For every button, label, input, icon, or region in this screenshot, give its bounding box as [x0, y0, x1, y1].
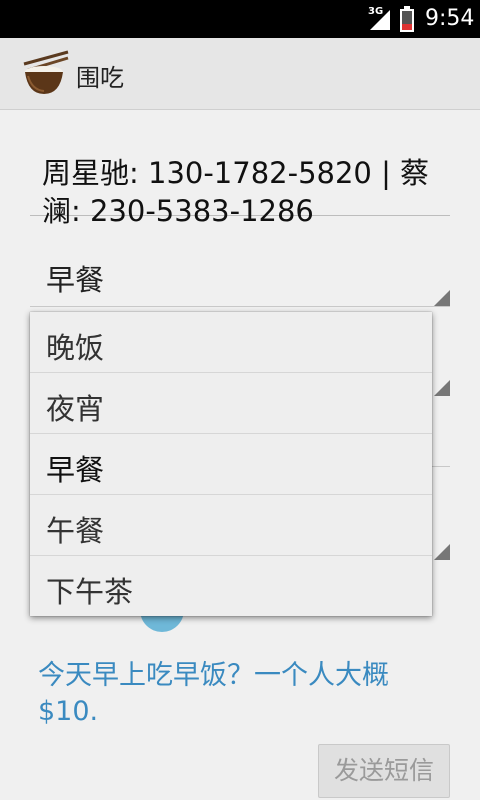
- option-label: 早餐: [46, 453, 105, 487]
- meal-spinner-value: 早餐: [46, 263, 105, 297]
- option-label: 晚饭: [46, 331, 105, 365]
- dropdown-option-dinner[interactable]: 晚饭: [30, 312, 432, 373]
- spinner-arrow-icon: [434, 290, 450, 306]
- status-bar: 3G 9:54: [0, 0, 480, 38]
- app-title: 围吃: [76, 64, 124, 92]
- message-preview: 今天早上吃早饭？一个人大概$10.: [38, 660, 389, 727]
- contacts-field[interactable]: 周星驰: 130-1782-5820 | 蔡澜: 230-5383-1286: [30, 130, 450, 228]
- meal-spinner[interactable]: 早餐: [30, 247, 450, 307]
- dropdown-option-late-night[interactable]: 夜宵: [30, 373, 432, 434]
- option-label: 下午茶: [46, 575, 134, 609]
- option-label: 夜宵: [46, 392, 105, 426]
- meal-dropdown: 晚饭 夜宵 早餐 午餐 下午茶: [30, 312, 432, 616]
- option-label: 午餐: [46, 514, 105, 548]
- contacts-text: 周星驰: 130-1782-5820 | 蔡澜: 230-5383-1286: [42, 156, 430, 228]
- send-sms-button[interactable]: 发送短信: [318, 744, 450, 798]
- spinner-arrow-icon: [434, 380, 450, 396]
- spinner-arrow-icon: [434, 544, 450, 560]
- field-underline: [430, 466, 450, 467]
- signal-icon: [370, 10, 390, 30]
- dropdown-option-lunch[interactable]: 午餐: [30, 495, 432, 556]
- rice-bowl-chopsticks-icon[interactable]: [18, 50, 70, 96]
- action-bar: 围吃: [0, 38, 480, 110]
- clock: 9:54: [425, 6, 475, 31]
- dropdown-option-breakfast[interactable]: 早餐: [30, 434, 432, 495]
- dropdown-option-afternoon-tea[interactable]: 下午茶: [30, 556, 432, 617]
- battery-icon: [400, 6, 414, 32]
